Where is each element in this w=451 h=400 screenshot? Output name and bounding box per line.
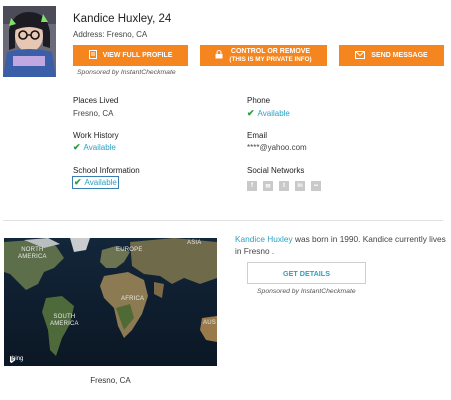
map-caption: Fresno, CA — [90, 376, 131, 385]
email-label: Email — [247, 131, 268, 140]
places-lived-label: Places Lived — [73, 96, 119, 105]
email-icon[interactable]: ✉ — [263, 181, 273, 191]
sponsored-note: Sponsored by InstantCheckmate — [77, 69, 176, 76]
phone-label: Phone — [247, 96, 271, 105]
bing-logo: bing — [10, 356, 23, 363]
map-label-asia: ASIA — [187, 240, 202, 246]
places-lived-value: Fresno, CA — [73, 109, 114, 118]
profile-address: Address: Fresno, CA — [73, 30, 148, 39]
school-information-available-link[interactable]: ✔ Available — [72, 176, 119, 189]
control-or-remove-button[interactable]: CONTROL OR REMOVE (This is My Private In… — [200, 45, 327, 66]
checkmark-icon: ✔ — [74, 177, 82, 187]
profile-name: Kandice Huxley — [73, 13, 153, 25]
phone-value: Available — [257, 109, 290, 118]
lock-icon — [215, 50, 223, 61]
get-details-button[interactable]: GET DETAILS — [247, 262, 366, 284]
map-label-aus: AUS — [203, 320, 216, 326]
work-history-available-link[interactable]: ✔ Available — [73, 142, 116, 153]
email-value: ****@yahoo.com — [247, 143, 307, 152]
send-message-button[interactable]: SEND MESSAGE — [339, 45, 444, 66]
world-map[interactable]: NORTH AMERICA EUROPE ASIA AFRICA SOUTH AME… — [4, 238, 217, 366]
school-information-label: School Information — [73, 166, 140, 175]
map-label-north-america: NORTH AMERICA — [18, 247, 47, 260]
view-full-profile-button[interactable]: VIEW FULL PROFILE — [73, 45, 188, 66]
control-or-remove-sublabel: (This is My Private Info) — [229, 56, 312, 63]
checkmark-icon: ✔ — [73, 142, 81, 152]
profile-name-link[interactable]: Kandice Huxley — [235, 234, 293, 244]
avatar — [3, 6, 56, 77]
linkedin-icon[interactable]: in — [295, 181, 305, 191]
work-history-label: Work History — [73, 131, 119, 140]
checkmark-icon: ✔ — [247, 108, 255, 118]
control-or-remove-label: CONTROL OR REMOVE — [230, 48, 311, 55]
work-history-value: Available — [83, 143, 116, 152]
section-divider — [3, 220, 443, 221]
document-icon — [88, 50, 97, 61]
map-label-south-america: SOUTH AMERICA — [50, 314, 79, 327]
twitter-icon[interactable]: t — [279, 181, 289, 191]
view-full-profile-label: VIEW FULL PROFILE — [102, 52, 173, 59]
phone-available-link[interactable]: ✔ Available — [247, 108, 290, 119]
birth-info-text: Kandice Huxley was born in 1990. Kandice… — [235, 234, 447, 257]
profile-name-row: Kandice Huxley, 24 — [73, 13, 172, 25]
school-information-value: Available — [84, 178, 117, 187]
profile-age: 24 — [158, 13, 172, 25]
sponsored-note-details: Sponsored by InstantCheckmate — [257, 288, 356, 295]
social-networks-icons: f ✉ t in ▪▪ — [247, 181, 321, 191]
facebook-icon[interactable]: f — [247, 181, 257, 191]
map-label-europe: EUROPE — [116, 247, 143, 253]
myspace-icon[interactable]: ▪▪ — [311, 181, 321, 191]
social-networks-label: Social Networks — [247, 166, 305, 175]
envelope-icon — [355, 50, 366, 61]
send-message-label: SEND MESSAGE — [371, 52, 428, 59]
map-label-africa: AFRICA — [121, 296, 145, 302]
